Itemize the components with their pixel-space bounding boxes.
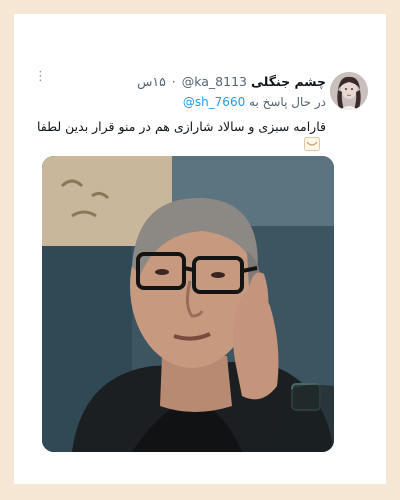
tweet[interactable]: ⋮ چشم جنگلی @ka_8113 · ۱۵س در حال پاسخ ب… (14, 14, 386, 484)
tweet-card: ⋮ چشم جنگلی @ka_8113 · ۱۵س در حال پاسخ ب… (14, 14, 386, 484)
avatar[interactable] (330, 72, 368, 110)
user-handle[interactable]: @ka_8113 (182, 74, 247, 89)
more-options-icon[interactable]: ⋮ (34, 70, 47, 90)
display-name[interactable]: چشم جنگلی (251, 74, 326, 89)
reply-mention-link[interactable]: @sh_7660 (183, 95, 245, 109)
pleading-face-icon (304, 136, 320, 151)
reply-prefix: در حال پاسخ به (249, 95, 326, 109)
tweet-time[interactable]: ۱۵س (137, 74, 166, 89)
reply-context: در حال پاسخ به @sh_7660 (183, 94, 326, 110)
tweet-text: قارامه سبزی و سالاد شارازی هم در منو قرا… (36, 119, 326, 134)
separator-dot: · (171, 74, 176, 89)
tweet-header: چشم جنگلی @ka_8113 · ۱۵س (137, 74, 326, 90)
tweet-media-photo[interactable] (42, 156, 334, 452)
